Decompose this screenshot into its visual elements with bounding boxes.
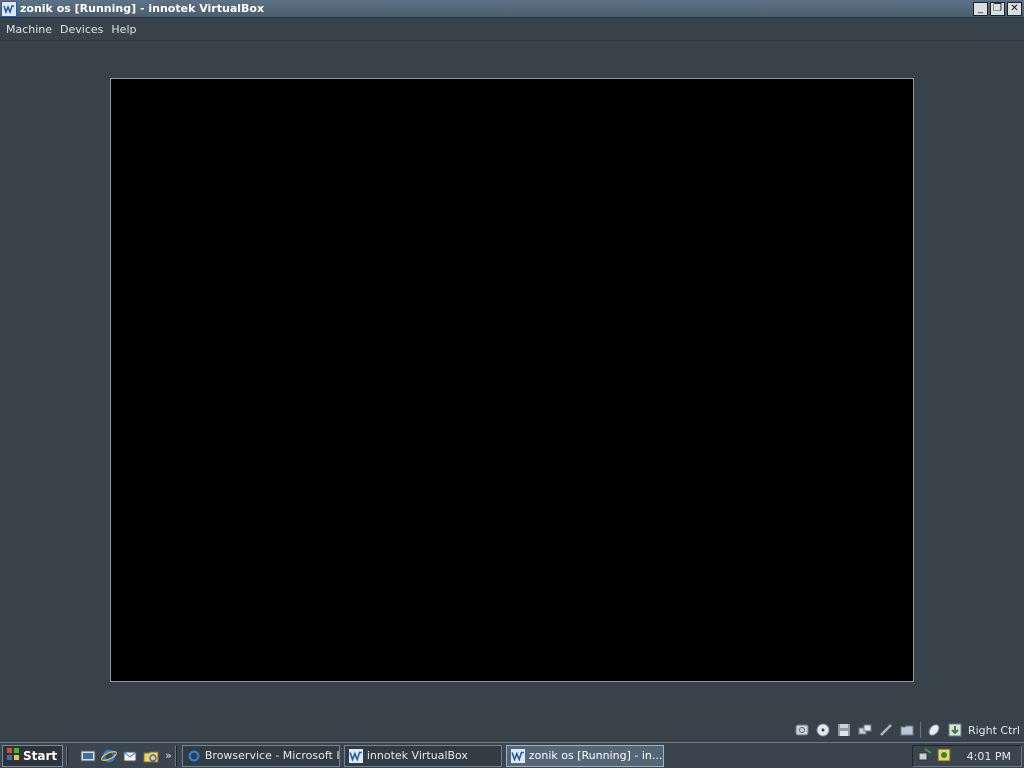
usb-icon[interactable] xyxy=(878,722,894,738)
window-title: zonik os [Running] - innotek VirtualBox xyxy=(20,2,265,15)
window-controls: _ ❐ ✕ xyxy=(973,1,1022,16)
task-label: zonik os [Running] - in... xyxy=(528,749,663,762)
task-label: innotek VirtualBox xyxy=(366,749,468,762)
host-key-icon[interactable] xyxy=(947,722,963,738)
quick-launch-overflow-chevron[interactable]: » xyxy=(165,749,172,762)
close-button[interactable]: ✕ xyxy=(1007,1,1022,16)
quick-launch: » xyxy=(79,747,172,765)
task-button-zonik-os[interactable]: zonik os [Running] - in... xyxy=(505,744,664,767)
task-label: Browservice - Microsoft I... xyxy=(204,749,340,762)
minimize-button[interactable]: _ xyxy=(973,1,988,16)
cd-dvd-icon[interactable] xyxy=(815,722,831,738)
title-bar[interactable]: zonik os [Running] - innotek VirtualBox … xyxy=(0,0,1024,18)
virtualbox-icon xyxy=(510,748,526,764)
outlook-express-icon[interactable] xyxy=(121,747,139,765)
internet-explorer-icon xyxy=(186,748,202,764)
security-tray-icon[interactable] xyxy=(936,747,952,766)
start-button[interactable]: Start xyxy=(2,744,64,767)
taskbar-grip[interactable] xyxy=(66,745,69,766)
taskbar: Start » Browservice - Microsoft I... inn… xyxy=(0,742,1024,768)
task-buttons: Browservice - Microsoft I... innotek Vir… xyxy=(181,744,664,767)
virtualbox-icon[interactable] xyxy=(1,0,17,17)
shared-folders-icon[interactable] xyxy=(899,722,915,738)
internet-explorer-icon[interactable] xyxy=(100,747,118,765)
menu-bar: Machine Devices Help xyxy=(0,19,1024,41)
network-icon[interactable] xyxy=(857,722,873,738)
show-desktop-icon[interactable] xyxy=(79,747,97,765)
taskbar-grip-2[interactable] xyxy=(174,745,177,766)
task-button-virtualbox[interactable]: innotek VirtualBox xyxy=(343,744,502,767)
vm-display[interactable] xyxy=(110,78,914,682)
vm-status-bar: Right Ctrl xyxy=(794,720,1020,740)
floppy-icon[interactable] xyxy=(836,722,852,738)
menu-devices[interactable]: Devices xyxy=(56,23,107,36)
host-key-label: Right Ctrl xyxy=(967,723,1020,737)
windows-explorer-icon[interactable] xyxy=(142,747,160,765)
virtualbox-icon xyxy=(348,748,364,764)
status-separator xyxy=(919,722,921,738)
mouse-integration-icon[interactable] xyxy=(926,722,942,738)
menu-machine[interactable]: Machine xyxy=(2,23,56,36)
hard-disk-icon[interactable] xyxy=(794,722,810,738)
system-tray: 4:01 PM xyxy=(912,745,1022,767)
menu-help[interactable]: Help xyxy=(107,23,140,36)
restore-button[interactable]: ❐ xyxy=(990,1,1005,16)
start-label: Start xyxy=(23,748,58,763)
network-tray-icon[interactable] xyxy=(917,747,933,766)
task-button-browservice[interactable]: Browservice - Microsoft I... xyxy=(181,744,340,767)
windows-logo-icon xyxy=(6,747,20,764)
clock[interactable]: 4:01 PM xyxy=(967,750,1011,763)
